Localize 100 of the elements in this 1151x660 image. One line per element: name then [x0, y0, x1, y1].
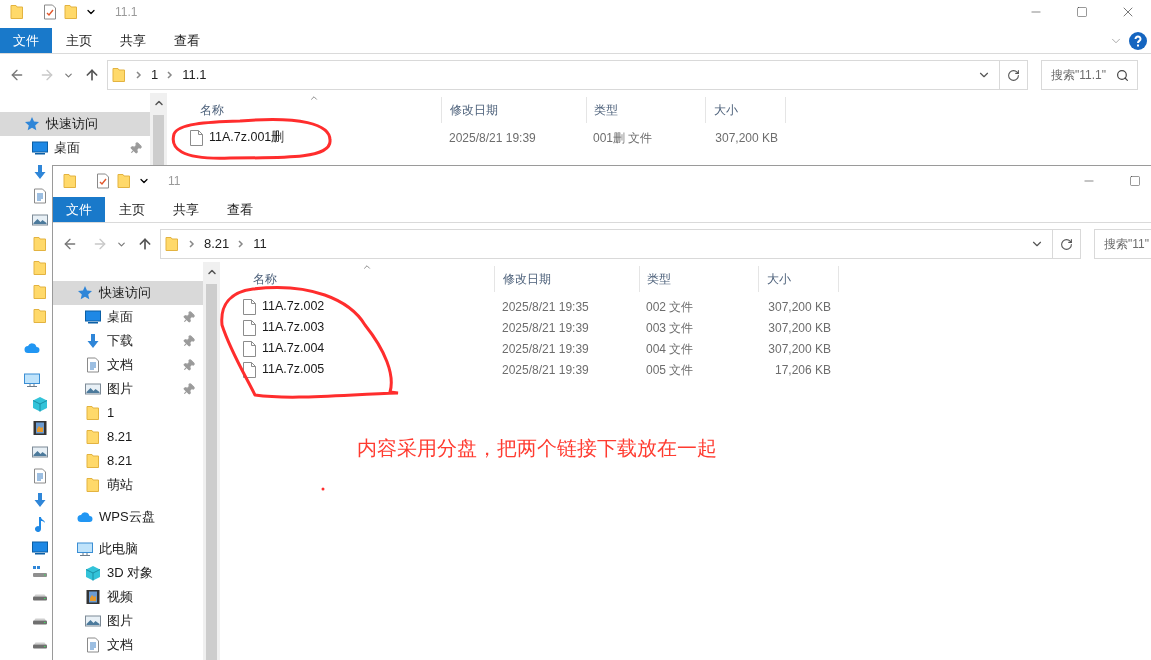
download-icon — [85, 333, 101, 349]
film-icon — [85, 589, 101, 605]
folder-icon — [32, 260, 48, 276]
file-name: 11A.7z.005 — [262, 361, 325, 379]
date-cell-text: 2025/8/21 19:39 — [501, 361, 590, 379]
dot-mark — [321, 487, 325, 491]
film-icon — [32, 420, 48, 436]
file-icon — [243, 340, 256, 357]
document-icon — [32, 468, 48, 484]
sidebar-item[interactable]: 1 — [53, 401, 203, 425]
cube-icon — [32, 396, 48, 412]
music-note-icon — [32, 516, 48, 532]
folder-icon — [164, 236, 180, 252]
folder-icon — [85, 477, 101, 493]
column-header[interactable]: 名称 — [170, 97, 441, 123]
folder-icon — [85, 405, 101, 421]
file-name: 11A.7z.001删 — [209, 129, 285, 147]
folder-icon — [111, 67, 127, 83]
chevron-icon — [238, 240, 245, 248]
size-cell-text: 17,206 KB — [773, 361, 832, 379]
breadcrumb-item[interactable]: 8.21 — [204, 234, 230, 254]
sidebar-item[interactable]: 3D 对象 — [53, 561, 203, 585]
ribbon-tab[interactable]: 共享 — [159, 197, 213, 222]
picture-icon — [85, 381, 101, 397]
file-row[interactable]: 11A.7z.003 2025/8/21 19:39 003 文件 307,200 KB — [223, 317, 1151, 338]
folder-icon — [9, 4, 25, 20]
folder-icon — [32, 308, 48, 324]
ribbon-tab[interactable]: 文件 — [53, 197, 105, 222]
sidebar-item[interactable]: 文档 — [53, 633, 203, 657]
sidebar-item[interactable]: 快速访问 — [53, 281, 203, 305]
folder-icon — [62, 173, 78, 189]
scroll-thumb[interactable] — [206, 284, 217, 660]
sidebar-item[interactable]: 此电脑 — [53, 537, 203, 561]
sidebar-item[interactable]: 下载 — [53, 329, 203, 353]
scroll-thumb[interactable] — [153, 115, 164, 165]
file-name: 11A.7z.004 — [262, 340, 325, 358]
sort-icon — [309, 93, 319, 103]
type-cell-text: 004 文件 — [645, 340, 695, 358]
document-icon — [85, 637, 101, 653]
sidebar-item[interactable]: 图片 — [53, 609, 203, 633]
sidebar-item[interactable]: 桌面 — [53, 305, 203, 329]
refresh-button[interactable] — [1000, 60, 1028, 90]
file-row[interactable]: 11A.7z.002 2025/8/21 19:35 002 文件 307,200 KB — [223, 296, 1151, 317]
file-row[interactable]: 11A.7z.005 2025/8/21 19:39 005 文件 17,206 KB — [223, 359, 1151, 380]
properties-icon[interactable] — [96, 173, 110, 189]
ribbon-tab[interactable]: 主页 — [52, 28, 106, 53]
date-cell-text: 2025/8/21 19:39 — [501, 340, 590, 358]
refresh-button[interactable] — [1053, 229, 1081, 259]
type-cell-text: 005 文件 — [645, 361, 695, 379]
breadcrumb-item[interactable]: 1 — [151, 65, 159, 85]
document-icon — [85, 357, 101, 373]
ribbon-tab[interactable]: 共享 — [106, 28, 160, 53]
file-icon — [190, 129, 203, 146]
column-header[interactable]: 类型 — [586, 97, 705, 123]
star-icon — [24, 116, 40, 132]
size-cell-text: 307,200 KB — [767, 319, 832, 337]
breadcrumb-item[interactable]: 11 — [253, 234, 267, 254]
search-field[interactable]: 搜索"11.1" — [1041, 60, 1138, 90]
sidebar-item[interactable]: 快速访问 — [0, 112, 150, 136]
column-header[interactable]: 大小 — [705, 97, 786, 123]
sidebar-item[interactable]: 8.21 — [53, 425, 203, 449]
picture-icon — [85, 613, 101, 629]
type-cell-text: 002 文件 — [645, 298, 695, 316]
sort-icon — [362, 262, 372, 272]
date-cell-text: 2025/8/21 19:39 — [448, 129, 537, 147]
help-icon[interactable] — [1129, 31, 1147, 50]
column-header[interactable]: 修改日期 — [441, 97, 586, 123]
sidebar-item[interactable]: 桌面 — [0, 136, 150, 160]
sidebar-item[interactable]: 视频 — [53, 585, 203, 609]
scrollbar[interactable] — [203, 262, 220, 660]
search-field[interactable]: 搜索"11" — [1094, 229, 1151, 259]
breadcrumb-item[interactable]: 11.1 — [182, 65, 207, 85]
scrollbar[interactable] — [150, 93, 167, 165]
sidebar-item[interactable]: 文档 — [53, 353, 203, 377]
monitor-icon — [32, 140, 48, 156]
ribbon-tab[interactable]: 查看 — [160, 28, 214, 53]
file-row[interactable]: 11A.7z.001删 2025/8/21 19:39 001删 文件 307,200 KB — [170, 127, 1151, 148]
address-bar[interactable]: 1 11.1 — [107, 60, 1000, 90]
folder-icon — [85, 453, 101, 469]
sidebar-item[interactable]: WPS云盘 — [53, 505, 203, 529]
document-icon — [32, 188, 48, 204]
ribbon-tab[interactable]: 查看 — [213, 197, 267, 222]
sidebar-item[interactable]: 8.21 — [53, 449, 203, 473]
column-header[interactable]: 修改日期 — [494, 266, 639, 292]
file-row[interactable]: 11A.7z.004 2025/8/21 19:39 004 文件 307,200 KB — [223, 338, 1151, 359]
folder-icon — [63, 4, 79, 20]
picture-icon — [32, 444, 48, 460]
search-icon[interactable] — [1116, 68, 1129, 82]
forward-arrow-icon — [92, 236, 108, 252]
column-header[interactable]: 大小 — [758, 266, 839, 292]
ribbon-tab[interactable]: 主页 — [105, 197, 159, 222]
column-header[interactable]: 类型 — [639, 266, 758, 292]
sidebar-item[interactable]: 萌站 — [53, 473, 203, 497]
address-bar[interactable]: 8.21 11 — [160, 229, 1053, 259]
sidebar-item[interactable]: 图片 — [53, 377, 203, 401]
refresh-icon — [1060, 237, 1073, 251]
ribbon-tab[interactable]: 文件 — [0, 28, 52, 53]
properties-icon[interactable] — [43, 4, 57, 20]
folder-icon — [85, 429, 101, 445]
column-header[interactable]: 名称 — [223, 266, 494, 292]
